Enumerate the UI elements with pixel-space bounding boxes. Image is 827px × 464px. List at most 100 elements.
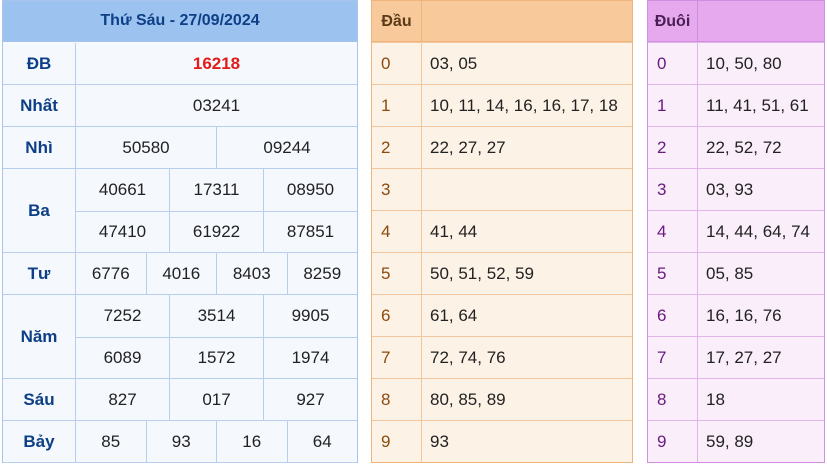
prize-values: 827 017 927 bbox=[76, 379, 357, 420]
duoi-digit: 0 bbox=[648, 43, 698, 84]
prize-number: 017 bbox=[169, 379, 263, 420]
dau-row: 3 bbox=[372, 168, 632, 210]
dau-row: 6 61, 64 bbox=[372, 294, 632, 336]
dau-values: 41, 44 bbox=[430, 221, 478, 241]
prize-number: 16 bbox=[216, 421, 287, 462]
prize-number: 1974 bbox=[263, 338, 357, 378]
special-prize-number: 16218 bbox=[192, 53, 241, 73]
prize-line: 85 93 16 64 bbox=[76, 421, 357, 462]
duoi-values: 17, 27, 27 bbox=[706, 347, 782, 367]
dau-digit: 0 bbox=[372, 43, 422, 84]
dau-row: 2 22, 27, 27 bbox=[372, 126, 632, 168]
prize-number: 4016 bbox=[145, 253, 217, 294]
duoi-values: 18 bbox=[706, 389, 725, 409]
prize-line: 6776 4016 8403 8259 bbox=[76, 253, 357, 294]
duoi-digit: 3 bbox=[648, 169, 698, 210]
dau-values: 72, 74, 76 bbox=[430, 347, 506, 367]
prize-row: Năm 7252 3514 9905 6089 1572 1974 bbox=[3, 295, 357, 379]
prize-number: 47410 bbox=[98, 222, 147, 241]
duoi-row: 9 59, 89 bbox=[648, 420, 824, 462]
prize-values: 6776 4016 8403 8259 bbox=[76, 253, 357, 294]
dau-values: 80, 85, 89 bbox=[430, 389, 506, 409]
dau-values: 10, 11, 14, 16, 16, 17, 18 bbox=[430, 95, 618, 115]
prize-line: 16218 bbox=[76, 43, 357, 84]
duoi-digit: 1 bbox=[648, 85, 698, 126]
duoi-row: 7 17, 27, 27 bbox=[648, 336, 824, 378]
prize-label: Sáu bbox=[3, 379, 76, 420]
dau-header: Đầu bbox=[372, 1, 632, 42]
prize-row: Sáu 827 017 927 bbox=[3, 379, 357, 421]
duoi-values: 16, 16, 76 bbox=[706, 305, 782, 325]
dau-digit: 2 bbox=[372, 127, 422, 168]
prize-row: Bảy 85 93 16 64 bbox=[3, 421, 357, 463]
prize-line: 50580 09244 bbox=[76, 127, 357, 168]
duoi-values: 59, 89 bbox=[706, 431, 754, 451]
duoi-values: 11, 41, 51, 61 bbox=[706, 95, 809, 115]
prize-number: 3514 bbox=[169, 295, 263, 337]
dau-row: 4 41, 44 bbox=[372, 210, 632, 252]
prize-number: 6776 bbox=[91, 263, 130, 283]
duoi-values: 22, 52, 72 bbox=[706, 137, 782, 157]
duoi-values: 14, 44, 64, 74 bbox=[706, 221, 810, 241]
prize-number: 9905 bbox=[263, 295, 357, 337]
duoi-header: Đuôi bbox=[648, 1, 824, 42]
dau-title: Đầu bbox=[372, 1, 422, 42]
prize-number: 1572 bbox=[169, 338, 263, 378]
dau-values bbox=[422, 169, 632, 210]
prize-number: 927 bbox=[263, 379, 357, 420]
duoi-row: 6 16, 16, 76 bbox=[648, 294, 824, 336]
prize-line: 7252 3514 9905 bbox=[76, 295, 357, 337]
dau-digit: 1 bbox=[372, 85, 422, 126]
prize-values: 7252 3514 9905 6089 1572 1974 bbox=[76, 295, 357, 378]
duoi-digit: 8 bbox=[648, 379, 698, 420]
dau-values: 50, 51, 52, 59 bbox=[430, 263, 534, 283]
prize-values: 40661 17311 08950 47410 61922 87851 bbox=[76, 169, 357, 252]
duoi-values: 05, 85 bbox=[706, 263, 754, 283]
dau-table: Đầu 0 03, 05 1 10, 11, 14, 16, 16, 17, 18 2 2… bbox=[371, 0, 633, 463]
prize-line: 827 017 927 bbox=[76, 379, 357, 420]
dau-digit: 3 bbox=[372, 169, 422, 210]
prize-values: 16218 bbox=[76, 43, 357, 84]
duoi-digit: 4 bbox=[648, 211, 698, 252]
prize-line: 6089 1572 1974 bbox=[76, 337, 357, 378]
prize-values: 85 93 16 64 bbox=[76, 421, 357, 462]
duoi-table: Đuôi 0 10, 50, 80 1 11, 41, 51, 61 2 22, 52, … bbox=[647, 0, 825, 463]
duoi-row: 5 05, 85 bbox=[648, 252, 824, 294]
prize-label: Bảy bbox=[3, 421, 76, 462]
dau-digit: 6 bbox=[372, 295, 422, 336]
prize-row: Nhất 03241 bbox=[3, 85, 357, 127]
duoi-row: 1 11, 41, 51, 61 bbox=[648, 84, 824, 126]
duoi-values: 03, 93 bbox=[706, 179, 754, 199]
prize-values: 03241 bbox=[76, 85, 357, 126]
prize-label: Nhất bbox=[3, 85, 76, 126]
dau-row: 7 72, 74, 76 bbox=[372, 336, 632, 378]
prize-values: 50580 09244 bbox=[76, 127, 357, 168]
dau-digit: 9 bbox=[372, 421, 422, 462]
prize-label: ĐB bbox=[3, 43, 76, 84]
duoi-digit: 9 bbox=[648, 421, 698, 462]
prize-row: Ba 40661 17311 08950 47410 61922 87851 bbox=[3, 169, 357, 253]
dau-values: 03, 05 bbox=[430, 53, 478, 73]
results-table: Thứ Sáu - 27/09/2024 ĐB 16218 Nhất 03241 Nhì… bbox=[2, 0, 358, 463]
dau-digit: 5 bbox=[372, 253, 422, 294]
prize-number: 61922 bbox=[169, 212, 263, 252]
prize-row: Nhì 50580 09244 bbox=[3, 127, 357, 169]
dau-row: 9 93 bbox=[372, 420, 632, 462]
prize-number: 64 bbox=[286, 421, 358, 462]
prize-label: Tư bbox=[3, 253, 76, 294]
prize-number: 03241 bbox=[192, 95, 241, 115]
dau-values: 93 bbox=[430, 431, 449, 451]
prize-number: 6089 bbox=[103, 348, 142, 367]
dau-digit: 8 bbox=[372, 379, 422, 420]
duoi-row: 2 22, 52, 72 bbox=[648, 126, 824, 168]
dau-row: 8 80, 85, 89 bbox=[372, 378, 632, 420]
dau-values: 61, 64 bbox=[430, 305, 478, 325]
prize-number: 827 bbox=[108, 389, 137, 409]
dau-digit: 7 bbox=[372, 337, 422, 378]
prize-number: 7252 bbox=[103, 306, 142, 325]
duoi-values: 10, 50, 80 bbox=[706, 53, 782, 73]
duoi-digit: 5 bbox=[648, 253, 698, 294]
dau-row: 1 10, 11, 14, 16, 16, 17, 18 bbox=[372, 84, 632, 126]
prize-number: 50580 bbox=[122, 137, 170, 157]
prize-line: 03241 bbox=[76, 85, 357, 126]
